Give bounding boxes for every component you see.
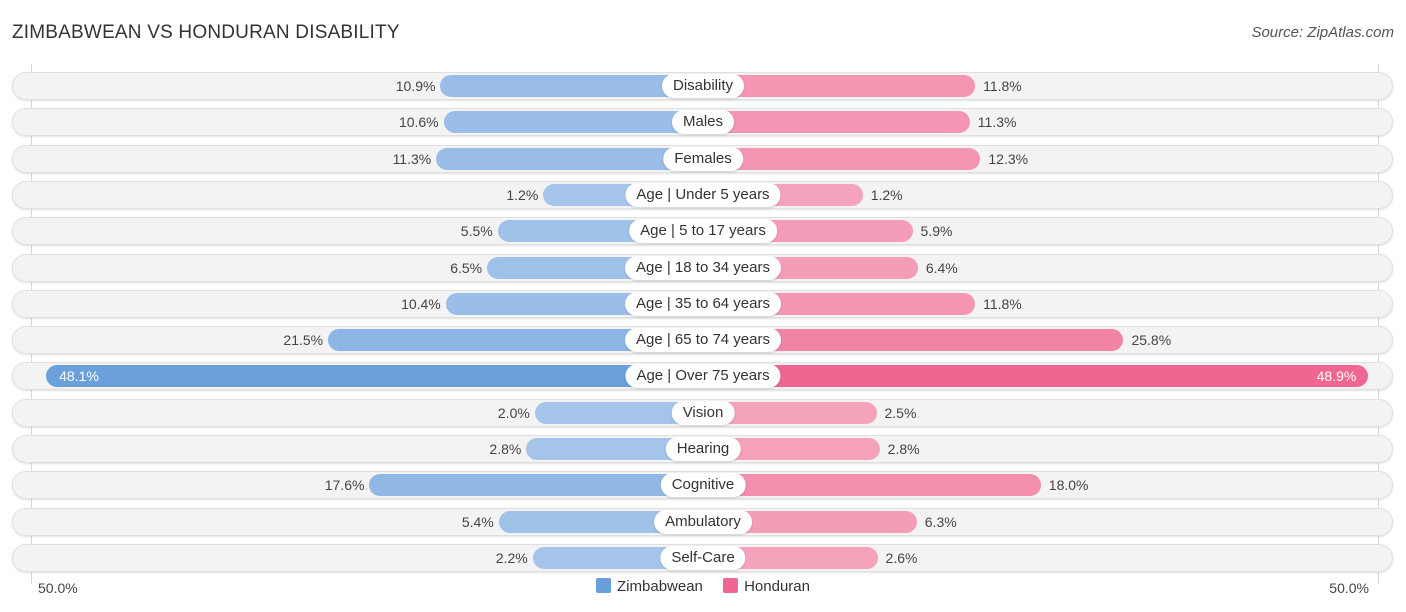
legend-label-zimbabwean: Zimbabwean	[617, 578, 703, 595]
value-label-zimbabwean: 2.8%	[489, 441, 522, 457]
bar-honduran[interactable]	[703, 474, 1041, 496]
value-label-zimbabwean: 10.9%	[395, 78, 436, 94]
category-label: Age | 5 to 17 years	[629, 219, 777, 243]
value-label-honduran: 25.8%	[1131, 332, 1172, 348]
value-label-zimbabwean: 5.4%	[461, 514, 494, 530]
chart-row: Ambulatory 5.4% 6.3%	[12, 508, 1393, 536]
value-label-zimbabwean: 1.2%	[506, 187, 539, 203]
legend-swatch-honduran	[723, 578, 739, 593]
category-label: Vision	[671, 401, 735, 425]
value-label-zimbabwean: 48.1%	[59, 368, 99, 384]
bar-zimbabwean[interactable]	[443, 111, 703, 133]
source-credit: Source: ZipAtlas.com	[1251, 24, 1394, 41]
value-label-honduran: 2.8%	[887, 441, 920, 457]
value-label-honduran: 48.9%	[1316, 368, 1357, 384]
chart-row: Disability 10.9% 11.8%	[12, 72, 1393, 100]
legend-swatch-zimbabwean	[596, 578, 612, 593]
value-label-zimbabwean: 6.5%	[450, 260, 483, 276]
chart-row: Females 11.3% 12.3%	[12, 145, 1393, 173]
category-label: Self-Care	[660, 546, 746, 570]
category-label: Age | 35 to 64 years	[625, 292, 781, 316]
chart-row: Age | 5 to 17 years 5.5% 5.9%	[12, 217, 1393, 245]
category-label: Hearing	[665, 437, 741, 461]
right-gridline	[1378, 64, 1379, 584]
value-label-honduran: 11.3%	[977, 114, 1017, 130]
chart-row: Self-Care 2.2% 2.6%	[12, 544, 1393, 572]
category-label: Age | Under 5 years	[625, 183, 781, 207]
value-label-honduran: 11.8%	[983, 78, 1022, 94]
bar-zimbabwean[interactable]	[46, 365, 703, 387]
category-label: Disability	[661, 74, 745, 98]
value-label-zimbabwean: 2.0%	[497, 405, 530, 421]
category-label: Cognitive	[660, 473, 746, 497]
chart-row: Age | 18 to 34 years 6.5% 6.4%	[12, 254, 1393, 282]
value-label-honduran: 6.4%	[925, 260, 958, 276]
category-label: Age | 18 to 34 years	[625, 256, 781, 280]
value-label-zimbabwean: 2.2%	[495, 550, 528, 566]
bar-honduran[interactable]	[703, 365, 1369, 387]
chart-row: Cognitive 17.6% 18.0%	[12, 471, 1393, 499]
legend-item-zimbabwean[interactable]: Zimbabwean	[596, 578, 703, 595]
legend-label-honduran: Honduran	[744, 578, 810, 595]
value-label-honduran: 6.3%	[924, 514, 957, 530]
value-label-honduran: 11.8%	[983, 296, 1022, 312]
value-label-zimbabwean: 11.3%	[392, 151, 432, 167]
legend: Zimbabwean Honduran	[0, 578, 1406, 595]
chart-row: Age | Under 5 years 1.2% 1.2%	[12, 181, 1393, 209]
chart-row: Age | Over 75 years 48.1% 48.9%	[12, 362, 1393, 390]
bar-zimbabwean[interactable]	[369, 474, 703, 496]
chart-row: Hearing 2.8% 2.8%	[12, 435, 1393, 463]
category-label: Males	[671, 110, 735, 134]
legend-item-honduran[interactable]: Honduran	[723, 578, 810, 595]
value-label-zimbabwean: 21.5%	[283, 332, 324, 348]
value-label-zimbabwean: 10.6%	[398, 114, 439, 130]
bar-honduran[interactable]	[703, 111, 970, 133]
chart-title: ZIMBABWEAN VS HONDURAN DISABILITY	[12, 22, 400, 43]
chart-row: Age | 65 to 74 years 21.5% 25.8%	[12, 326, 1393, 354]
chart-row: Age | 35 to 64 years 10.4% 11.8%	[12, 290, 1393, 318]
chart-row: Vision 2.0% 2.5%	[12, 399, 1393, 427]
chart-row: Males 10.6% 11.3%	[12, 108, 1393, 136]
value-label-honduran: 12.3%	[988, 151, 1029, 167]
value-label-zimbabwean: 10.4%	[401, 296, 441, 312]
bar-honduran[interactable]	[703, 148, 981, 170]
category-label: Females	[663, 147, 743, 171]
value-label-honduran: 1.2%	[870, 187, 903, 203]
left-gridline	[31, 64, 32, 584]
value-label-honduran: 5.9%	[920, 223, 953, 239]
category-label: Ambulatory	[654, 510, 752, 534]
value-label-honduran: 2.6%	[885, 550, 918, 566]
value-label-honduran: 2.5%	[884, 405, 917, 421]
value-label-zimbabwean: 5.5%	[460, 223, 493, 239]
category-label: Age | Over 75 years	[625, 364, 781, 388]
category-label: Age | 65 to 74 years	[625, 328, 781, 352]
value-label-zimbabwean: 17.6%	[324, 477, 365, 493]
value-label-honduran: 18.0%	[1048, 477, 1089, 493]
